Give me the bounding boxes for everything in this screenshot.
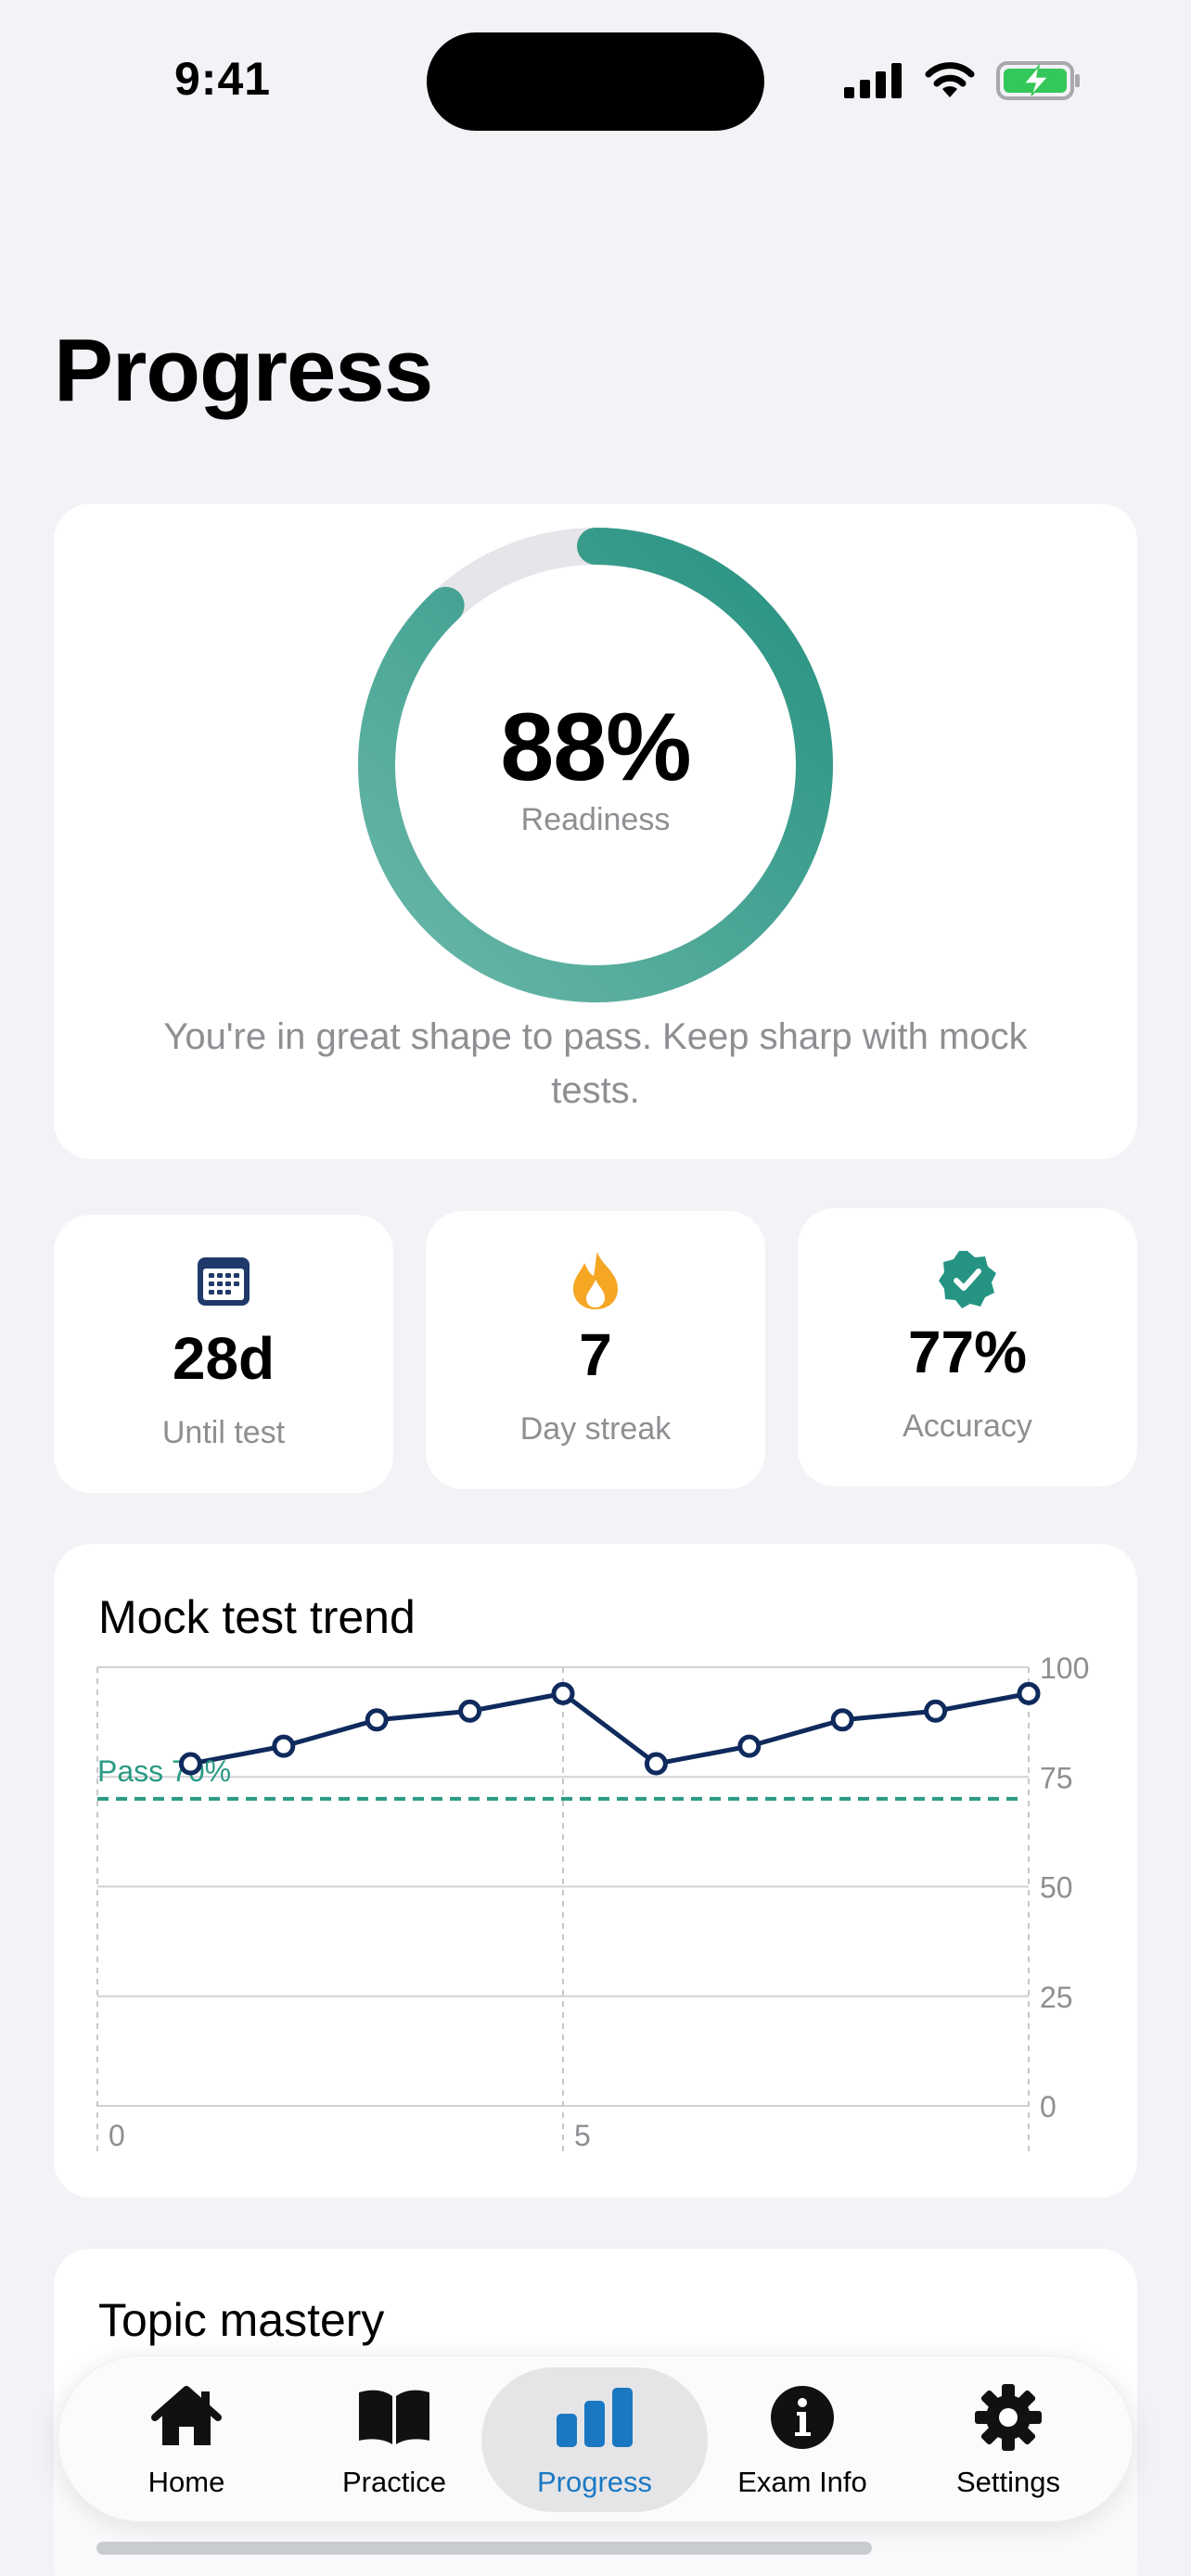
topic-title: Topic mastery <box>98 2294 385 2346</box>
y-tick-label: 25 <box>1040 1981 1073 2014</box>
status-icons <box>844 61 1082 100</box>
trend-point <box>551 1681 575 1705</box>
trend-point <box>830 1708 854 1732</box>
mock-test-trend-card: Mock test trend 100 75 50 25 0 0 5 Pass 70% <box>54 1544 1137 2198</box>
trend-chart: 100 75 50 25 0 0 5 Pass 70% <box>96 1651 1089 2156</box>
gear-icon <box>975 2384 1042 2451</box>
bar-chart-icon <box>557 2388 633 2447</box>
trend-point <box>365 1708 389 1732</box>
status-time: 9:41 <box>174 53 272 105</box>
readiness-percent: 88% <box>500 694 691 801</box>
x-tick-label: 0 <box>109 2119 125 2152</box>
book-icon <box>359 2390 429 2444</box>
flame-icon <box>573 1252 618 1309</box>
trend-line <box>189 1690 1030 1766</box>
tab-settings[interactable]: Settings <box>904 2367 1112 2512</box>
stat-value: 77% <box>907 1319 1028 1385</box>
tab-bar: Home Practice Progress Exam Info Setting… <box>58 2355 1133 2522</box>
tab-exam-info[interactable]: Exam Info <box>698 2367 906 2512</box>
verified-badge-icon <box>939 1251 996 1308</box>
stat-label: Until test <box>161 1415 286 1450</box>
trend-point <box>178 1752 202 1776</box>
pass-threshold-label: Pass 70% <box>97 1754 231 1788</box>
tab-practice[interactable]: Practice <box>290 2367 498 2512</box>
calendar-icon <box>198 1257 250 1306</box>
trend-point <box>644 1752 668 1776</box>
stat-card-day-streak: 7 Day streak <box>426 1211 765 1489</box>
stat-value: 7 <box>579 1321 612 1388</box>
stat-card-until-test: 28d Until test <box>54 1215 393 1493</box>
trend-point <box>458 1699 482 1723</box>
tab-label: Practice <box>342 2466 446 2498</box>
trend-point <box>924 1699 948 1723</box>
y-tick-label: 0 <box>1040 2090 1057 2123</box>
home-indicator <box>96 2542 872 2555</box>
status-bar: 9:41 <box>0 0 1191 158</box>
dynamic-island <box>427 32 764 131</box>
stat-label: Day streak <box>519 1411 672 1447</box>
tab-home[interactable]: Home <box>83 2367 290 2512</box>
tab-label: Home <box>147 2466 225 2498</box>
cellular-signal-icon <box>844 63 902 98</box>
readiness-card: 88% Readiness You're in great shape to p… <box>54 504 1137 1159</box>
readiness-message: You're in great shape to pass. Keep shar… <box>163 1016 1028 1111</box>
tab-label: Settings <box>955 2466 1060 2498</box>
page-title: Progress <box>54 321 433 420</box>
info-icon <box>771 2386 834 2449</box>
stat-label: Accuracy <box>903 1409 1032 1444</box>
x-tick-label: 5 <box>574 2119 591 2152</box>
stat-value: 28d <box>172 1325 275 1392</box>
stat-card-accuracy: 77% Accuracy <box>798 1208 1137 1486</box>
y-tick-label: 75 <box>1040 1761 1073 1794</box>
y-tick-label: 50 <box>1040 1871 1073 1905</box>
readiness-label: Readiness <box>520 802 671 837</box>
tab-progress[interactable]: Progress <box>481 2367 708 2512</box>
y-tick-label: 100 <box>1040 1651 1089 1685</box>
wifi-icon <box>925 62 975 97</box>
tab-label: Exam Info <box>737 2466 867 2498</box>
tab-label: Progress <box>536 2466 653 2498</box>
trend-point <box>272 1734 296 1758</box>
trend-point <box>737 1734 762 1758</box>
house-icon <box>151 2386 222 2445</box>
battery-charging-icon <box>996 61 1080 100</box>
trend-point <box>1017 1681 1041 1705</box>
